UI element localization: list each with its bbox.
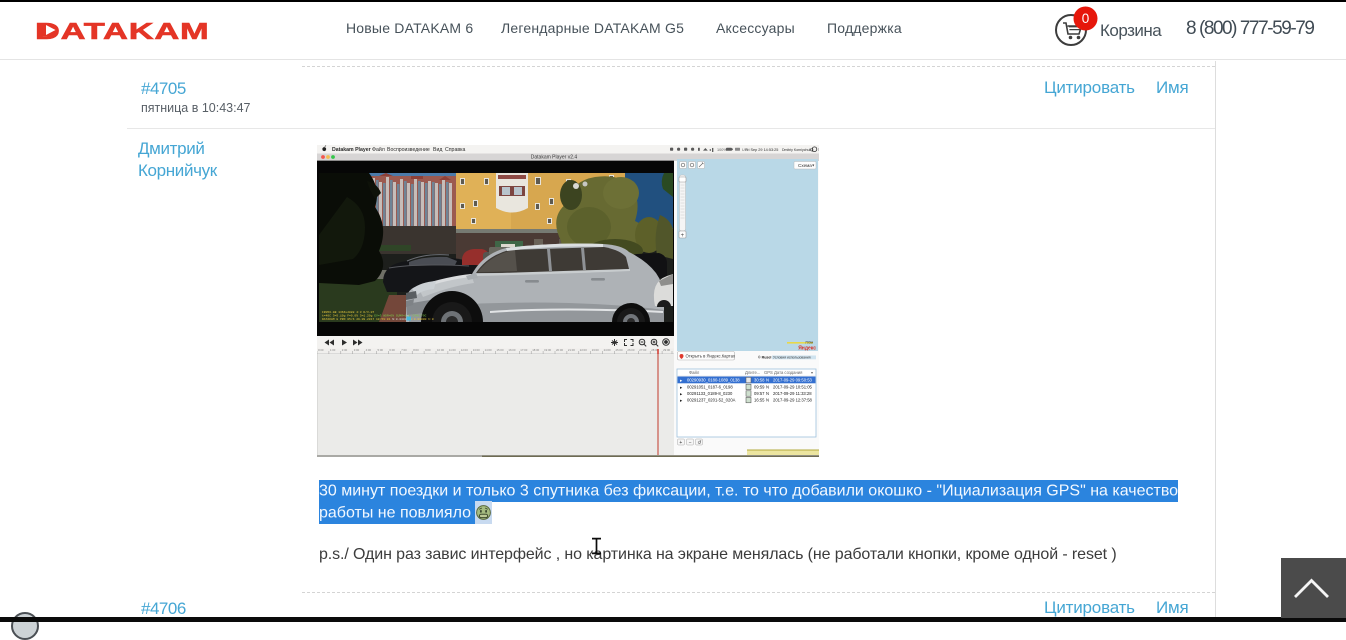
svg-text:18:00: 18:00 [532,348,539,352]
svg-text:11:00: 11:00 [449,348,456,352]
svg-text:10:00: 10:00 [437,348,444,352]
svg-text:▾: ▾ [811,370,813,375]
svg-text:≡: ≡ [818,147,819,153]
svg-text:16:00: 16:00 [508,348,515,352]
svg-text:21:00: 21:00 [568,348,575,352]
svg-text:Файл: Файл [372,146,385,153]
svg-text:2017-09-29 10:51:05: 2017-09-29 10:51:05 [773,384,813,389]
svg-text:29:00: 29:00 [663,348,670,352]
svg-text:Дата создания: Дата создания [774,370,802,375]
svg-text:5:00: 5:00 [378,348,384,352]
svg-text:8:00: 8:00 [413,348,419,352]
svg-text:2017-09-29 12:37:58: 2017-09-29 12:37:58 [773,398,813,403]
svg-text:23:00: 23:00 [592,348,599,352]
svg-text:19:00: 19:00 [544,348,551,352]
svg-text:24:00: 24:00 [604,348,611,352]
svg-text:N: N [766,378,769,383]
svg-text:DATAKAM G PRO 05/6 29.09.2017: DATAKAM G PRO 05/6 29.09.2017 10:59:01 N… [322,317,434,321]
svg-text:30:58: 30:58 [754,378,765,383]
svg-text:3:00: 3:00 [354,348,360,352]
svg-text:Условия использования: Условия использования [773,356,811,360]
svg-text:+: + [681,233,685,239]
svg-text:09:57: 09:57 [754,391,765,396]
svg-text:© Rusel: © Rusel [758,356,771,360]
svg-text:◂❚: ◂❚ [709,147,714,152]
svg-text:22:00: 22:00 [580,348,587,352]
svg-text:U.S.: U.S. [742,148,749,152]
svg-text:Воспроизведение: Воспроизведение [387,147,430,153]
svg-text:00291133_0189-8_0230: 00291133_0189-8_0230 [687,391,733,396]
svg-text:9:00: 9:00 [425,348,431,352]
svg-text:Вид: Вид [433,147,442,153]
svg-text:16:55: 16:55 [754,398,765,403]
svg-text:12:00: 12:00 [461,348,468,352]
svg-text:700м: 700м [805,341,814,345]
svg-text:↺: ↺ [697,440,701,446]
svg-text:6:00: 6:00 [389,348,395,352]
svg-text:FR056-GB 1366x2088 4:3 D/V-07: FR056-GB 1366x2088 4:3 D/V-07 [322,310,374,314]
svg-text:09:59: 09:59 [754,384,765,389]
svg-text:2017-09-29 09:50:53: 2017-09-29 09:50:53 [773,378,813,383]
svg-text:Длите...: Длите... [745,370,760,375]
svg-text:2:00: 2:00 [342,348,348,352]
svg-text:0: 0 [1082,11,1090,26]
svg-text:Datakam Player: Datakam Player [332,147,371,153]
svg-text:Открыть в Яндекс.Картах: Открыть в Яндекс.Картах [686,354,736,359]
svg-text:00290930_0180-1089_0138: 00290930_0180-1089_0138 [687,378,740,383]
svg-text:Datakam Player v2.4: Datakam Player v2.4 [531,155,578,161]
svg-text:14:00: 14:00 [485,348,492,352]
svg-text:4:00: 4:00 [366,348,372,352]
svg-text:27:00: 27:00 [639,348,646,352]
svg-text:+: + [679,440,682,446]
svg-text:100%: 100% [717,148,727,152]
svg-text:N: N [766,398,769,403]
svg-text:25:00: 25:00 [616,348,623,352]
svg-text:Файл: Файл [689,370,700,375]
svg-text:−: − [689,440,692,446]
svg-text:N: N [766,391,769,396]
svg-text:00291237_0201-52_020A: 00291237_0201-52_020A [687,398,736,403]
svg-text:Dmitriy Korniychuk: Dmitriy Korniychuk [782,148,811,152]
svg-text:15:00: 15:00 [497,348,504,352]
svg-text:0:00: 0:00 [318,348,324,352]
svg-text:17:00: 17:00 [520,348,527,352]
svg-text:13:00: 13:00 [473,348,480,352]
svg-text:26:00: 26:00 [627,348,634,352]
svg-text:1:00: 1:00 [330,348,336,352]
svg-text:▼: ▼ [812,164,815,168]
svg-text:00291051_0187-6_0198: 00291051_0187-6_0198 [687,384,733,389]
svg-text:7:00: 7:00 [401,348,407,352]
svg-text:2017-09-29 11:33:28: 2017-09-29 11:33:28 [773,391,812,396]
svg-text:Схема: Схема [798,163,812,168]
svg-text:Справка: Справка [445,147,465,153]
svg-text:20:00: 20:00 [556,348,563,352]
svg-text:Fri Sep 29 14:53:25: Fri Sep 29 14:53:25 [745,148,778,152]
svg-text:N: N [766,384,769,389]
svg-text:GPS: GPS [764,370,773,375]
svg-text:Яндекс: Яндекс [798,346,816,352]
